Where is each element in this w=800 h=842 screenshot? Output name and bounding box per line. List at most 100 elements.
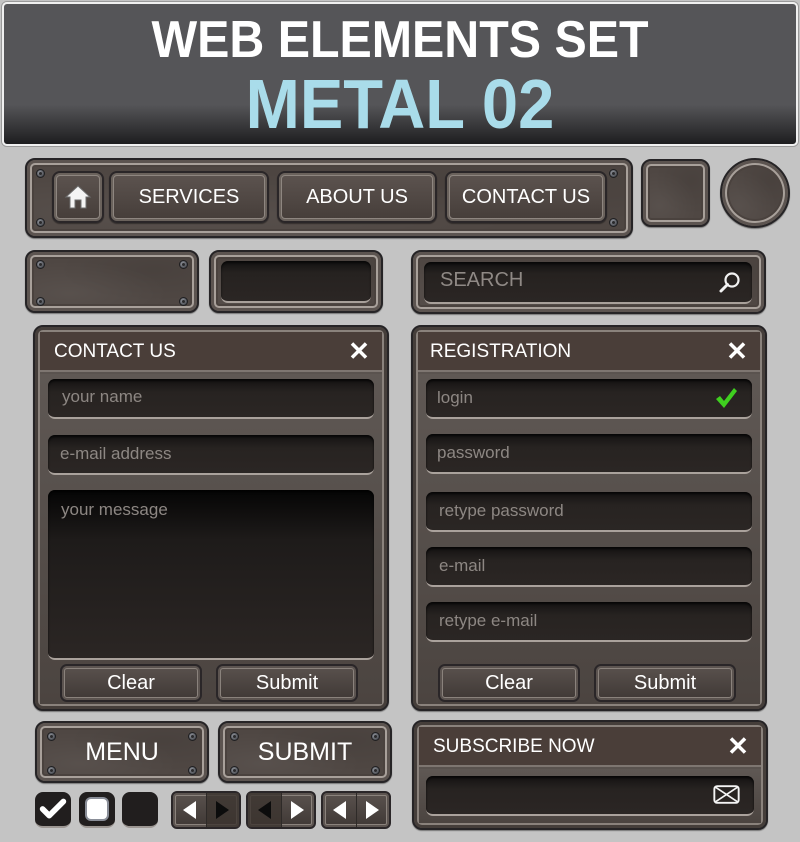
title-line-1: WEB ELEMENTS SET [151,11,649,69]
screw [230,732,239,741]
screw [36,297,45,306]
retype-password-field[interactable]: retype password [426,492,752,532]
nav-item-contact-us[interactable]: CONTACT US [445,171,607,223]
email-placeholder: e-mail [439,556,486,575]
screw [36,218,45,227]
registration-panel: REGISTRATION ✕ login password retype pas… [411,325,767,711]
nav-item-label: SERVICES [138,185,240,208]
password-field[interactable]: password [426,434,752,474]
menu-button[interactable]: MENU [35,721,209,783]
next-button[interactable] [357,793,390,827]
screw [179,297,188,306]
nav-item-label: ABOUT US [306,185,408,208]
square-button[interactable] [641,159,710,227]
next-button[interactable] [206,793,239,827]
blank-input-frame [209,250,383,313]
arrow-right-icon [366,801,380,819]
message-textarea[interactable]: your message [48,490,374,660]
subscribe-email-input[interactable] [426,776,754,816]
checkbox-indeterminate[interactable] [79,792,115,828]
prev-button[interactable] [248,793,282,827]
subscribe-panel: SUBSCRIBE NOW ✕ [412,720,768,830]
square-mark-icon [87,799,107,819]
checkbox-checked[interactable] [35,792,71,828]
retype-email-field[interactable]: retype e-mail [426,602,752,642]
arrow-right-icon [291,801,305,819]
pager-arrows-3 [321,791,391,829]
email-address-field[interactable]: e-mail address [48,435,374,475]
retype-email-placeholder: retype e-mail [439,611,538,630]
screw [188,766,197,775]
round-button[interactable] [720,158,790,228]
registration-panel-title: REGISTRATION [430,341,572,362]
arrow-right-icon [216,801,230,819]
big-submit-button[interactable]: SUBMIT [218,721,392,783]
blank-plate [25,250,199,313]
pager-arrows-1 [171,791,241,829]
pager-arrows-2 [246,791,316,829]
screw [188,732,197,741]
nav-item-label: CONTACT US [461,185,591,208]
clear-label: Clear [485,671,533,694]
search-input[interactable]: SEARCH [424,262,752,304]
arrow-left-icon [257,801,271,819]
contact-panel: CONTACT US ✕ your name e-mail address yo… [33,325,389,711]
name-field[interactable]: your name [48,379,374,419]
checkmark-icon [39,798,67,819]
subscribe-panel-header: SUBSCRIBE NOW ✕ [419,727,761,767]
prev-button[interactable] [173,793,207,827]
screw [609,169,618,178]
clear-label: Clear [107,671,155,694]
contact-submit-button[interactable]: Submit [216,664,358,702]
next-button[interactable] [282,793,315,827]
contact-panel-header: CONTACT US ✕ [40,332,382,372]
message-placeholder: your message [61,500,168,519]
arrow-left-icon [182,801,196,819]
home-icon [64,185,92,209]
screw [371,732,380,741]
close-icon[interactable]: ✕ [348,338,370,364]
contact-clear-button[interactable]: Clear [60,664,202,702]
menu-label: MENU [85,737,159,766]
envelope-icon[interactable] [713,785,740,804]
screw [179,260,188,269]
screw [36,260,45,269]
registration-panel-body [418,374,760,704]
subscribe-panel-title: SUBSCRIBE NOW [433,736,595,757]
nav-item-services[interactable]: SERVICES [109,171,269,223]
retype-password-placeholder: retype password [439,501,564,520]
submit-label: Submit [633,671,697,694]
registration-clear-button[interactable]: Clear [438,664,580,702]
title-line-2: METAL 02 [245,65,555,143]
nav-item-about-us[interactable]: ABOUT US [277,171,437,223]
nav-home-button[interactable] [52,171,104,223]
login-field[interactable]: login [426,379,752,419]
screw [47,766,56,775]
email-address-placeholder: e-mail address [60,444,172,463]
search-frame: SEARCH [411,250,766,314]
screw [230,766,239,775]
submit-label: Submit [255,671,319,694]
screw [609,218,618,227]
screw [371,766,380,775]
screw [47,732,56,741]
magnifier-icon[interactable] [718,270,742,294]
registration-panel-header: REGISTRATION ✕ [418,332,760,372]
search-placeholder: SEARCH [440,269,524,291]
registration-submit-button[interactable]: Submit [594,664,736,702]
close-icon[interactable]: ✕ [726,338,748,364]
checkbox-unchecked[interactable] [122,792,158,828]
login-placeholder: login [437,388,473,407]
screw [36,169,45,178]
big-submit-label: SUBMIT [257,737,353,766]
title-banner: WEB ELEMENTS SET METAL 02 [2,2,798,146]
valid-check-icon [716,388,737,408]
name-placeholder: your name [62,387,143,406]
blank-input[interactable] [221,261,371,303]
email-field[interactable]: e-mail [426,547,752,587]
password-placeholder: password [437,443,510,462]
arrow-left-icon [332,801,346,819]
contact-panel-title: CONTACT US [54,341,176,362]
prev-button[interactable] [323,793,357,827]
close-icon[interactable]: ✕ [727,733,749,759]
